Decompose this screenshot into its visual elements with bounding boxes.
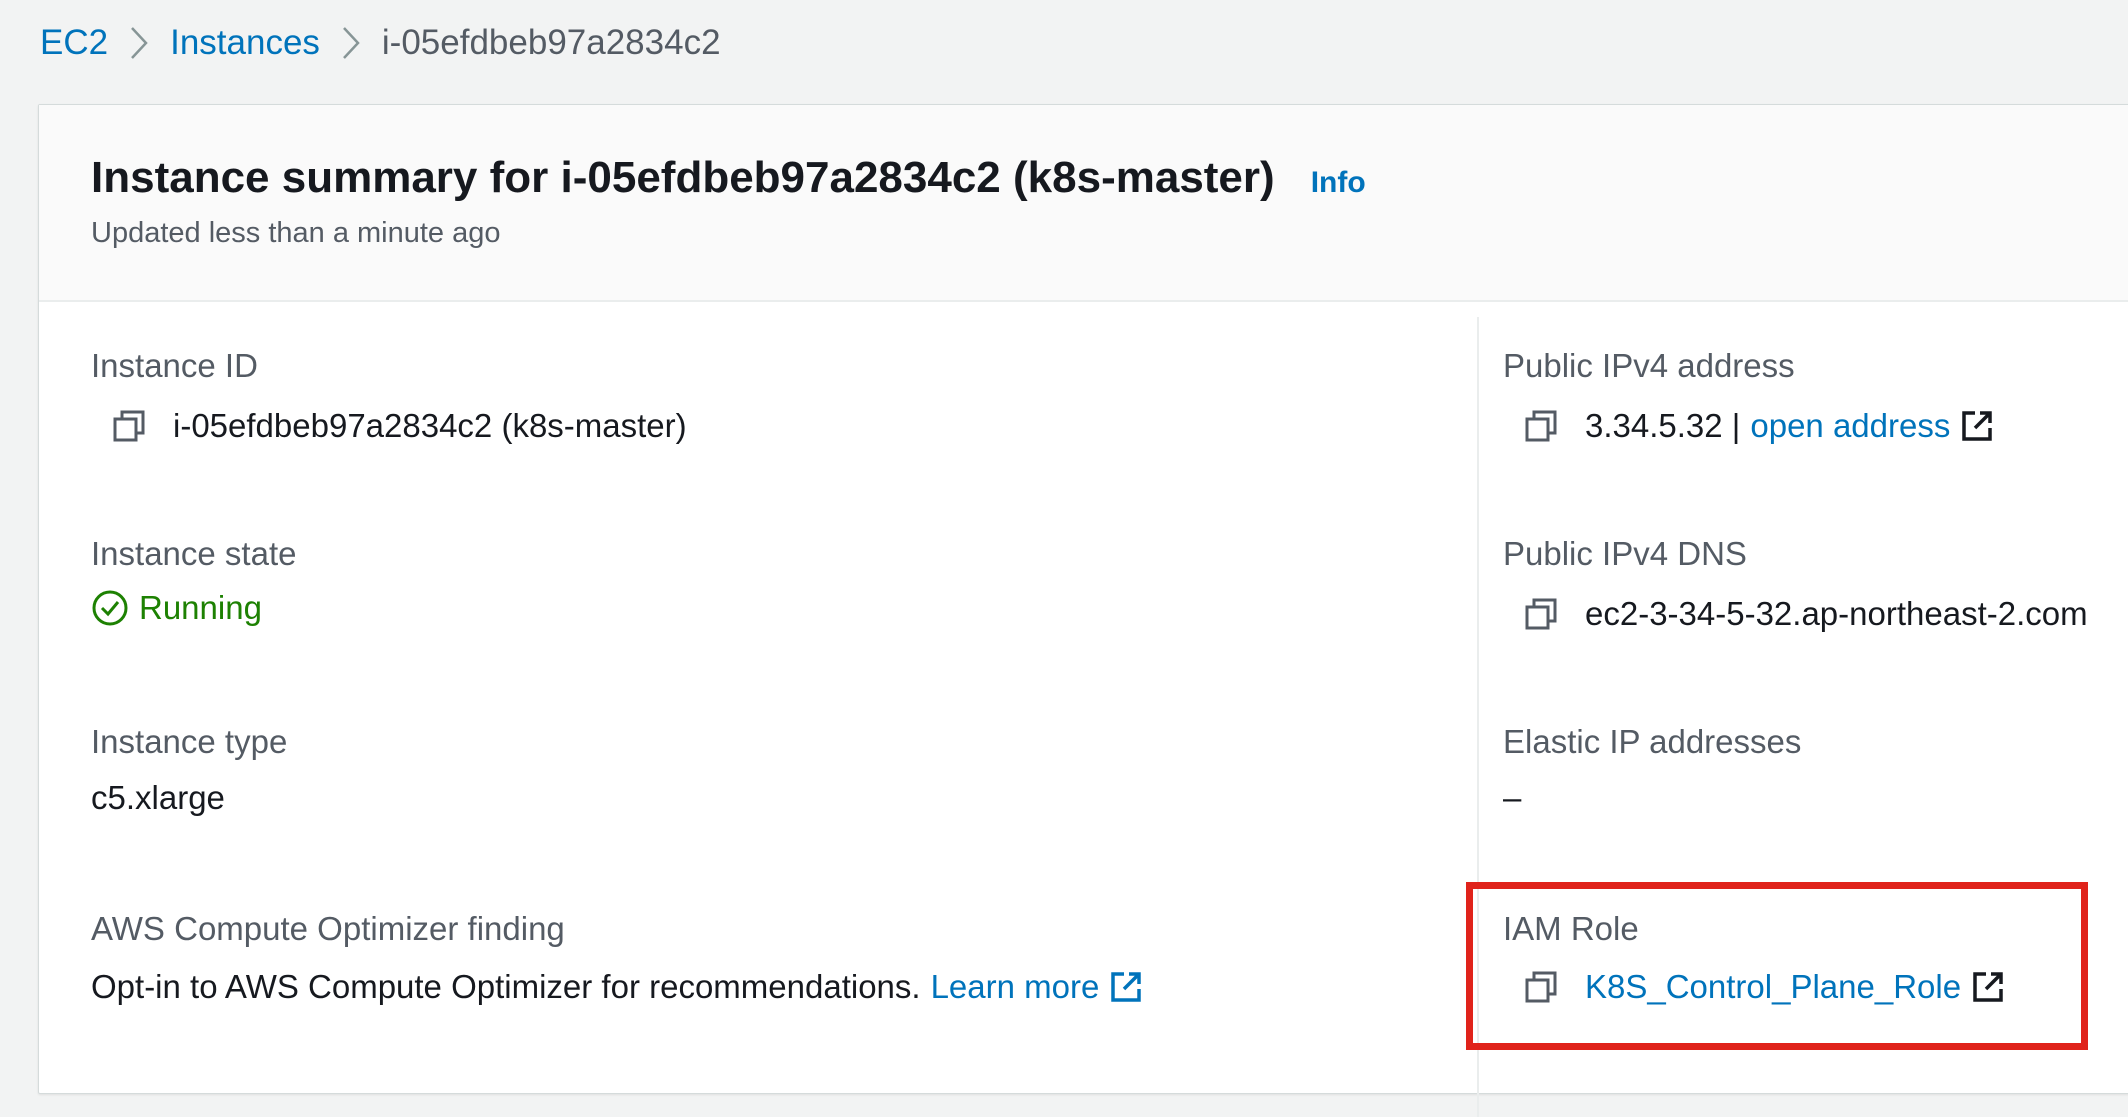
elastic-ip-field: Elastic IP addresses – [1503, 723, 1801, 817]
external-link-icon[interactable] [1971, 970, 2005, 1004]
chevron-right-icon [320, 18, 382, 68]
instance-summary-panel: Instance summary for i-05efdbeb97a2834c2… [38, 104, 2128, 1117]
public-dns-field: Public IPv4 DNS ec2-3-34-5-32.ap-northea… [1503, 535, 2105, 633]
copy-icon[interactable] [1523, 596, 1559, 632]
compute-optimizer-value: Opt-in to AWS Compute Optimizer for reco… [91, 968, 921, 1005]
external-link-icon[interactable] [1960, 409, 1994, 443]
instance-type-label: Instance type [91, 723, 288, 760]
learn-more-link[interactable]: Learn more [931, 968, 1100, 1006]
external-link-icon[interactable] [1109, 970, 1143, 1004]
copy-icon[interactable] [1523, 408, 1559, 444]
public-dns-value-row: ec2-3-34-5-32.ap-northeast-2.com [1503, 595, 2105, 633]
copy-icon[interactable] [1523, 969, 1559, 1005]
elastic-ip-label: Elastic IP addresses [1503, 723, 1802, 760]
copy-icon[interactable] [111, 408, 147, 444]
iam-role-label: IAM Role [1503, 910, 1639, 947]
instance-state-value: Running [139, 589, 262, 626]
compute-optimizer-label: AWS Compute Optimizer finding [91, 910, 565, 947]
breadcrumb-instances[interactable]: Instances [170, 23, 320, 63]
column-divider [1477, 317, 1479, 1117]
breadcrumb-ec2[interactable]: EC2 [40, 23, 108, 63]
public-dns-value: ec2-3-34-5-32.ap-northeast-2.com [1585, 595, 2088, 632]
public-ipv4-field: Public IPv4 address 3.34.5.32 | open add… [1503, 347, 1994, 445]
instance-id-label: Instance ID [91, 347, 258, 384]
compute-optimizer-value-row: Opt-in to AWS Compute Optimizer for reco… [91, 968, 1143, 1006]
public-dns-label: Public IPv4 DNS [1503, 535, 1747, 572]
instance-id-value: i-05efdbeb97a2834c2 (k8s-master) [173, 407, 687, 444]
page-title: Instance summary for i-05efdbeb97a2834c2… [91, 153, 1275, 202]
iam-role-link[interactable]: K8S_Control_Plane_Role [1585, 968, 1961, 1006]
iam-role-value-row: K8S_Control_Plane_Role [1503, 968, 2005, 1006]
elastic-ip-value: – [1503, 779, 1522, 816]
public-ipv4-label: Public IPv4 address [1503, 347, 1795, 384]
check-circle-icon [91, 589, 129, 627]
instance-type-value: c5.xlarge [91, 779, 225, 816]
instance-state-label: Instance state [91, 535, 297, 572]
public-ipv4-value: 3.34.5.32 | [1585, 407, 1741, 444]
breadcrumb-current-instance: i-05efdbeb97a2834c2 [381, 23, 721, 62]
breadcrumb: EC2 Instances i-05efdbeb97a2834c2 [40, 18, 721, 68]
panel-title-row: Instance summary for i-05efdbeb97a2834c2… [91, 153, 1366, 203]
public-ipv4-value-row: 3.34.5.32 | open address [1503, 407, 1994, 445]
open-address-link[interactable]: open address [1750, 407, 1950, 445]
iam-role-field: IAM Role K8S_Control_Plane_Role [1503, 910, 2005, 1006]
info-link[interactable]: Info [1311, 166, 1366, 200]
instance-id-field: Instance ID i-05efdbeb97a2834c2 (k8s-mas… [91, 347, 687, 445]
instance-type-field: Instance type c5.xlarge [91, 723, 287, 817]
chevron-right-icon [108, 18, 170, 68]
instance-state-field: Instance state Running [91, 535, 296, 627]
updated-timestamp: Updated less than a minute ago [91, 217, 501, 249]
instance-id-value-row: i-05efdbeb97a2834c2 (k8s-master) [91, 407, 687, 445]
status-badge: Running [91, 589, 296, 627]
panel-header: Instance summary for i-05efdbeb97a2834c2… [39, 105, 2128, 302]
compute-optimizer-field: AWS Compute Optimizer finding Opt-in to … [91, 910, 1143, 1006]
